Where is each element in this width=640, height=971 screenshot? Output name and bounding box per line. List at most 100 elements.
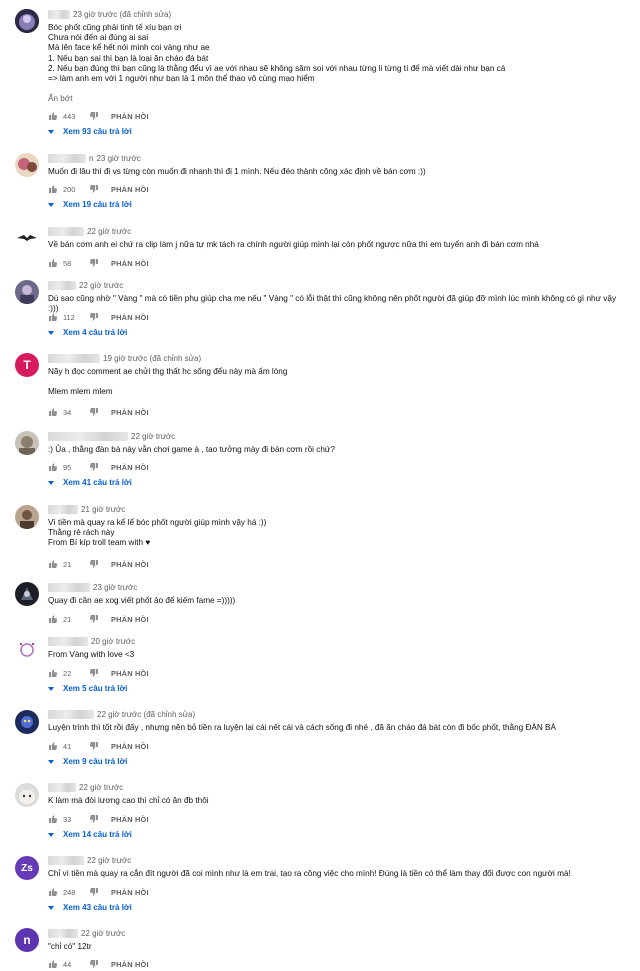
reply-button[interactable]: PHẢN HỒI: [111, 112, 149, 121]
avatar[interactable]: [15, 153, 39, 177]
avatar[interactable]: [15, 783, 39, 807]
thumb-down-icon[interactable]: [89, 258, 99, 268]
view-replies-button[interactable]: Xem 19 câu trả lời: [48, 200, 132, 209]
thumb-up-icon[interactable]: [48, 462, 58, 472]
reply-button[interactable]: PHẢN HỒI: [111, 742, 149, 751]
comment-meta: 22 giờ trước: [48, 929, 125, 938]
comment-time[interactable]: 23 giờ trước: [96, 154, 140, 163]
avatar[interactable]: [15, 637, 39, 661]
comment-time[interactable]: 22 giờ trước: [131, 432, 175, 441]
comment-time[interactable]: 19 giờ trước (đã chỉnh sửa): [103, 354, 201, 363]
comment-time[interactable]: 22 giờ trước: [87, 856, 131, 865]
comment-text: Quay đi cần ae xog viết phốt ảo để kiếm …: [48, 596, 236, 605]
comment-time[interactable]: 22 giờ trước: [79, 783, 123, 792]
view-replies-button[interactable]: Xem 93 câu trả lời: [48, 127, 132, 136]
comment-meta: 22 giờ trước: [48, 281, 123, 290]
reply-button[interactable]: PHẢN HỒI: [111, 669, 149, 678]
thumb-down-icon[interactable]: [89, 668, 99, 678]
comment-time[interactable]: 21 giờ trước: [81, 505, 125, 514]
thumb-down-icon[interactable]: [89, 111, 99, 121]
thumb-down-icon[interactable]: [89, 559, 99, 569]
thumb-down-icon[interactable]: [89, 614, 99, 624]
thumb-up-icon[interactable]: [48, 887, 58, 897]
avatar-image: [15, 280, 39, 304]
avatar[interactable]: [15, 280, 39, 304]
reply-button[interactable]: PHẢN HỒI: [111, 615, 149, 624]
comment-time[interactable]: 22 giờ trước: [79, 281, 123, 290]
avatar[interactable]: [15, 431, 39, 455]
comment-actions: 248 PHẢN HỒI: [48, 887, 149, 897]
reply-button[interactable]: PHẢN HỒI: [111, 560, 149, 569]
author-name-blurred[interactable]: [48, 583, 90, 592]
view-replies-label: Xem 5 câu trả lời: [63, 684, 128, 693]
view-replies-button[interactable]: Xem 4 câu trả lời: [48, 328, 127, 337]
thumb-down-icon[interactable]: [89, 184, 99, 194]
thumb-down-icon[interactable]: [89, 462, 99, 472]
reply-button[interactable]: PHẢN HỒI: [111, 408, 149, 417]
like-count: 200: [63, 184, 76, 194]
view-replies-button[interactable]: Xem 14 câu trả lời: [48, 830, 132, 839]
chevron-down-icon: [48, 832, 54, 837]
avatar[interactable]: [15, 226, 39, 250]
reply-button[interactable]: PHẢN HỒI: [111, 960, 149, 969]
thumb-up-icon[interactable]: [48, 614, 58, 624]
avatar[interactable]: n: [15, 928, 39, 952]
thumb-down-icon[interactable]: [89, 814, 99, 824]
view-replies-button[interactable]: Xem 41 câu trả lời: [48, 478, 132, 487]
comment-time[interactable]: 22 giờ trước (đã chỉnh sửa): [97, 710, 195, 719]
author-name-suffix[interactable]: n: [89, 154, 93, 163]
author-name-blurred[interactable]: [48, 10, 70, 19]
avatar[interactable]: [15, 505, 39, 529]
comment-time[interactable]: 20 giờ trước: [91, 637, 135, 646]
author-name-blurred[interactable]: [48, 856, 84, 865]
thumb-up-icon[interactable]: [48, 258, 58, 268]
author-name-blurred[interactable]: [48, 281, 76, 290]
view-replies-button[interactable]: Xem 43 câu trả lời: [48, 903, 132, 912]
reply-button[interactable]: PHẢN HỒI: [111, 463, 149, 472]
author-name-blurred[interactable]: [48, 710, 94, 719]
thumb-up-icon[interactable]: [48, 407, 58, 417]
author-name-blurred[interactable]: [48, 783, 76, 792]
thumb-down-icon[interactable]: [89, 887, 99, 897]
thumb-up-icon[interactable]: [48, 741, 58, 751]
author-name-blurred[interactable]: [48, 354, 100, 363]
thumb-up-icon[interactable]: [48, 184, 58, 194]
view-replies-button[interactable]: Xem 9 câu trả lời: [48, 757, 127, 766]
thumb-up-icon[interactable]: [48, 559, 58, 569]
author-name-blurred[interactable]: [48, 929, 78, 938]
comment-actions: 34 PHẢN HỒI: [48, 407, 149, 417]
thumb-down-icon[interactable]: [89, 312, 99, 322]
thumb-up-icon[interactable]: [48, 111, 58, 121]
thumb-up-icon[interactable]: [48, 668, 58, 678]
thumb-down-icon[interactable]: [89, 959, 99, 969]
avatar[interactable]: T: [15, 353, 39, 377]
thumb-up-icon[interactable]: [48, 814, 58, 824]
comment-time[interactable]: 22 giờ trước: [81, 929, 125, 938]
avatar[interactable]: Zs: [15, 856, 39, 880]
comment-actions: 443 PHẢN HỒI: [48, 111, 149, 121]
avatar[interactable]: [15, 9, 39, 33]
thumb-up-icon[interactable]: [48, 959, 58, 969]
author-name-blurred[interactable]: [48, 154, 86, 163]
reply-button[interactable]: PHẢN HỒI: [111, 313, 149, 322]
author-name-blurred[interactable]: [48, 505, 78, 514]
author-name-blurred[interactable]: [48, 637, 88, 646]
reply-button[interactable]: PHẢN HỒI: [111, 185, 149, 194]
thumb-down-icon[interactable]: [89, 407, 99, 417]
view-replies-button[interactable]: Xem 5 câu trả lời: [48, 684, 127, 693]
show-less-link[interactable]: Ẩn bớt: [48, 94, 73, 103]
comment-actions: 41 PHẢN HỒI: [48, 741, 149, 751]
comment-time[interactable]: 23 giờ trước (đã chỉnh sửa): [73, 10, 171, 19]
author-name-blurred[interactable]: [48, 227, 84, 236]
reply-button[interactable]: PHẢN HỒI: [111, 888, 149, 897]
reply-button[interactable]: PHẢN HỒI: [111, 815, 149, 824]
avatar[interactable]: [15, 582, 39, 606]
author-name-blurred[interactable]: [48, 432, 128, 441]
comment-actions: 21 PHẢN HỒI: [48, 559, 149, 569]
comment-time[interactable]: 23 giờ trước: [93, 583, 137, 592]
reply-button[interactable]: PHẢN HỒI: [111, 259, 149, 268]
thumb-up-icon[interactable]: [48, 312, 58, 322]
avatar[interactable]: [15, 710, 39, 734]
thumb-down-icon[interactable]: [89, 741, 99, 751]
comment-time[interactable]: 22 giờ trước: [87, 227, 131, 236]
